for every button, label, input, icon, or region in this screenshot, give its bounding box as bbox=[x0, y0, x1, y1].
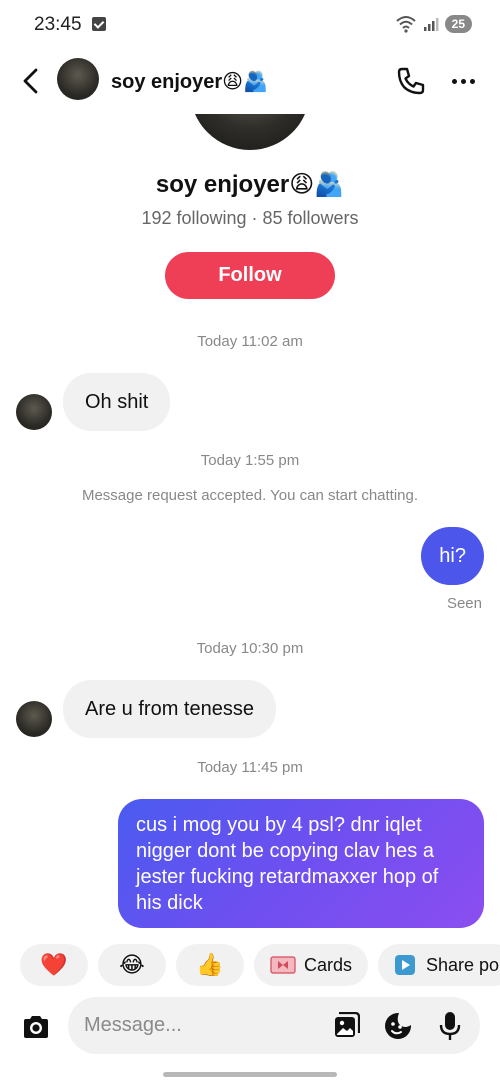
share-label: Share po bbox=[426, 954, 500, 975]
quick-reply-heart[interactable]: ❤️ bbox=[20, 944, 88, 986]
message-composer bbox=[68, 997, 480, 1054]
quick-reply-thumbs-up[interactable]: 👍 bbox=[176, 944, 244, 986]
sticker-button[interactable] bbox=[382, 1010, 414, 1042]
gift-card-icon bbox=[270, 956, 296, 974]
header-avatar[interactable] bbox=[57, 58, 99, 100]
wifi-icon bbox=[395, 16, 416, 33]
signal-icon bbox=[423, 18, 439, 31]
more-dot-icon bbox=[451, 78, 457, 84]
back-button[interactable] bbox=[14, 64, 48, 98]
status-bar: 23:45 25 bbox=[0, 0, 500, 52]
microphone-icon bbox=[439, 1012, 461, 1040]
gallery-button[interactable] bbox=[330, 1010, 362, 1042]
chat-header: soy enjoyer😩🫂 bbox=[0, 52, 500, 114]
sender-avatar[interactable] bbox=[16, 701, 52, 737]
voice-message-button[interactable] bbox=[434, 1010, 466, 1042]
quick-reply-share[interactable]: Share po bbox=[378, 944, 500, 986]
quick-reply-laugh[interactable]: 😂 bbox=[98, 944, 166, 986]
timestamp: Today 11:45 pm bbox=[197, 759, 303, 776]
profile-name: soy enjoyer😩🫂 bbox=[155, 171, 345, 198]
chevron-left-icon bbox=[23, 68, 38, 94]
quick-reply-bar: ❤️ 😂 👍 Cards Share po bbox=[20, 944, 500, 986]
follow-button[interactable]: Follow bbox=[165, 252, 335, 299]
cards-label: Cards bbox=[304, 954, 353, 975]
gallery-icon bbox=[335, 1012, 360, 1037]
phone-icon bbox=[397, 67, 425, 95]
status-time: 23:45 bbox=[34, 14, 82, 35]
heart-icon: ❤️ bbox=[40, 952, 68, 977]
system-message: Message request accepted. You can start … bbox=[81, 487, 419, 504]
timestamp: Today 1:55 pm bbox=[200, 452, 300, 469]
sender-avatar[interactable] bbox=[16, 394, 52, 430]
timestamp: Today 10:30 pm bbox=[196, 640, 304, 657]
thumbs-up-icon: 👍 bbox=[196, 952, 224, 977]
timestamp: Today 11:02 am bbox=[197, 333, 303, 350]
seen-status: Seen bbox=[446, 595, 482, 612]
more-dot-icon bbox=[469, 78, 475, 84]
incoming-message[interactable]: Oh shit bbox=[63, 373, 171, 431]
outgoing-message[interactable]: cus i mog you by 4 psl? dnr iqlet nigger… bbox=[118, 799, 484, 928]
outgoing-message[interactable]: hi? bbox=[421, 527, 484, 585]
camera-button[interactable] bbox=[16, 1007, 56, 1047]
sticker-icon bbox=[385, 1013, 411, 1039]
quick-reply-cards[interactable]: Cards bbox=[254, 944, 369, 986]
more-dot-icon bbox=[460, 78, 466, 84]
status-icons: 25 bbox=[395, 15, 472, 33]
notification-check-icon bbox=[92, 17, 106, 31]
laughing-icon: 😂 bbox=[119, 952, 145, 977]
call-button[interactable] bbox=[394, 64, 428, 98]
more-options-button[interactable] bbox=[446, 64, 480, 98]
header-username[interactable]: soy enjoyer😩🫂 bbox=[111, 69, 268, 94]
message-input[interactable] bbox=[84, 997, 304, 1054]
camera-icon bbox=[24, 1016, 48, 1038]
incoming-message[interactable]: Are u from tenesse bbox=[63, 680, 276, 738]
profile-stats: 192 following · 85 followers bbox=[141, 208, 359, 228]
home-indicator[interactable] bbox=[163, 1072, 337, 1077]
share-play-icon bbox=[395, 955, 416, 975]
battery-indicator: 25 bbox=[444, 15, 472, 33]
